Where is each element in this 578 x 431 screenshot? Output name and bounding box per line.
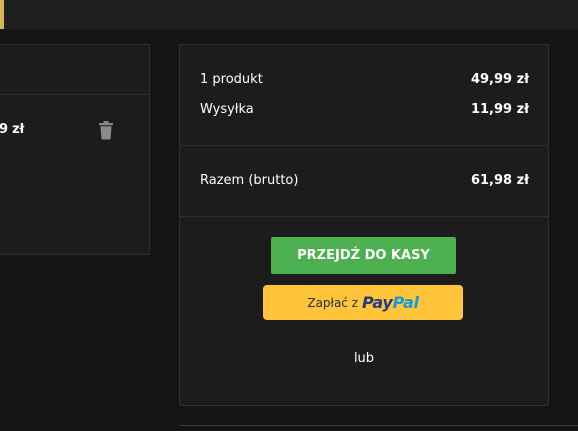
summary-divider xyxy=(180,216,548,217)
or-separator-text: lub xyxy=(353,351,375,366)
checkout-button[interactable]: PRZEJDŹ DO KASY xyxy=(271,237,456,274)
bottom-divider xyxy=(179,425,578,426)
paypal-button[interactable]: Zapłać z PayPal xyxy=(263,285,463,320)
top-bar-accent xyxy=(0,0,4,29)
paypal-prefix-text: Zapłać z xyxy=(307,295,359,310)
paypal-logo: PayPal xyxy=(362,293,419,312)
cart-header-divider xyxy=(0,94,149,95)
trash-icon[interactable] xyxy=(98,120,114,140)
order-summary-panel: 1 produkt 49,99 zł Wysyłka 11,99 zł Raze… xyxy=(179,44,549,406)
top-bar xyxy=(0,0,578,29)
cart-items-panel: 9 zł xyxy=(0,44,150,255)
paypal-logo-pay: Pay xyxy=(362,293,393,312)
shipping-label: Wysyłka xyxy=(200,102,254,117)
total-label: Razem (brutto) xyxy=(200,173,299,188)
cart-item-price: 9 zł xyxy=(0,122,25,137)
summary-divider xyxy=(180,145,548,146)
products-label: 1 produkt xyxy=(200,72,263,87)
total-value: 61,98 zł xyxy=(470,173,529,188)
paypal-logo-pal: Pal xyxy=(392,293,419,312)
shipping-value: 11,99 zł xyxy=(470,102,529,117)
products-value: 49,99 zł xyxy=(470,72,529,87)
